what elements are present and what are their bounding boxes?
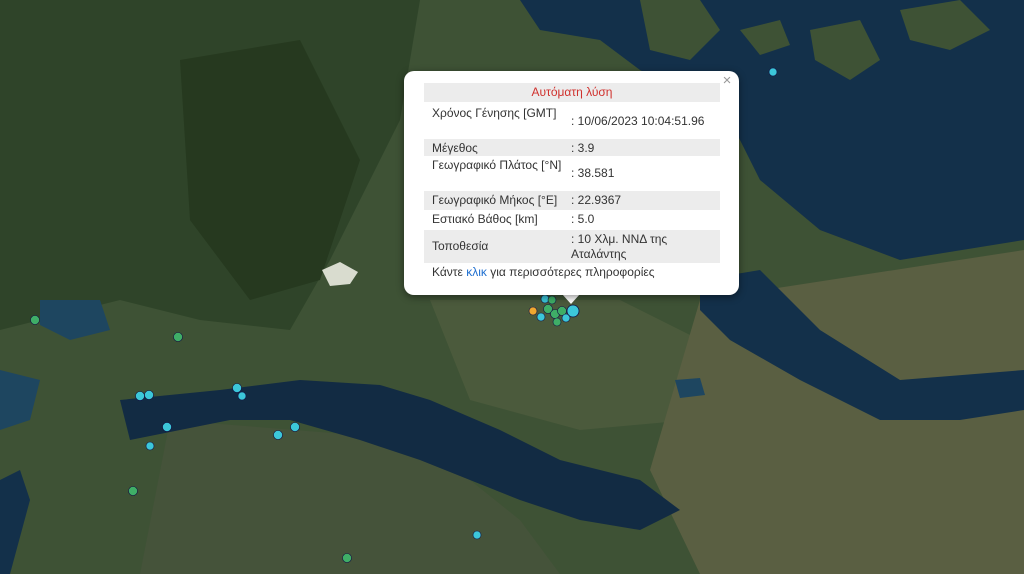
row-depth: Εστιακό Βάθος [km] : 5.0 bbox=[424, 210, 720, 230]
earthquake-marker[interactable] bbox=[30, 315, 40, 325]
popup-tip bbox=[562, 294, 580, 304]
row-label: Χρόνος Γένησης [GMT] bbox=[432, 106, 557, 120]
row-longitude: Γεωγραφικό Μήκος [°E] : 22.9367 bbox=[424, 191, 720, 210]
row-label: Τοποθεσία bbox=[432, 239, 489, 253]
earthquake-marker[interactable] bbox=[528, 306, 538, 316]
row-magnitude: Μέγεθος : 3.9 bbox=[424, 139, 720, 156]
earthquake-marker[interactable] bbox=[173, 332, 183, 342]
earthquake-marker[interactable] bbox=[290, 422, 300, 432]
earthquake-marker[interactable] bbox=[162, 422, 172, 432]
row-value: : 10 Χλμ. ΝΝΔ της Αταλάντης bbox=[571, 232, 668, 261]
selected-earthquake-marker[interactable] bbox=[566, 304, 580, 318]
row-value: : 10/06/2023 10:04:51.96 bbox=[571, 114, 705, 128]
earthquake-marker[interactable] bbox=[472, 530, 482, 540]
row-label: Γεωγραφικό Μήκος [°E] bbox=[432, 193, 558, 207]
more-info-link[interactable]: κλικ bbox=[466, 265, 487, 279]
close-icon[interactable]: × bbox=[719, 73, 735, 89]
row-label: Μέγεθος bbox=[432, 141, 478, 155]
earthquake-marker[interactable] bbox=[135, 391, 145, 401]
earthquake-marker[interactable] bbox=[547, 295, 557, 305]
earthquake-marker[interactable] bbox=[128, 486, 138, 496]
lake bbox=[675, 378, 705, 398]
earthquake-popup: × Αυτόματη λύση Χρόνος Γένησης [GMT] : 1… bbox=[404, 71, 739, 295]
row-label: Γεωγραφικό Πλάτος [°N] bbox=[432, 158, 562, 172]
earthquake-marker[interactable] bbox=[342, 553, 352, 563]
row-value: : 22.9367 bbox=[571, 193, 622, 207]
footer-text-before: Κάντε bbox=[432, 265, 467, 279]
row-latitude: Γεωγραφικό Πλάτος [°N] : 38.581 bbox=[424, 156, 720, 191]
earthquake-marker[interactable] bbox=[144, 390, 154, 400]
footer-text-after: για περισσότερες πληροφορίες bbox=[486, 265, 655, 279]
popup-footer: Κάντε κλικ για περισσότερες πληροφορίες bbox=[432, 265, 655, 279]
earthquake-marker[interactable] bbox=[540, 294, 550, 304]
popup-title: Αυτόματη λύση bbox=[424, 83, 720, 102]
earthquake-marker[interactable] bbox=[536, 312, 546, 322]
row-location: Τοποθεσία : 10 Χλμ. ΝΝΔ της Αταλάντης bbox=[424, 230, 720, 263]
earthquake-marker[interactable] bbox=[552, 317, 562, 327]
row-label: Εστιακό Βάθος [km] bbox=[432, 212, 538, 226]
earthquake-marker[interactable] bbox=[768, 67, 778, 77]
row-value: : 3.9 bbox=[571, 141, 595, 155]
row-origin-time: Χρόνος Γένησης [GMT] : 10/06/2023 10:04:… bbox=[424, 104, 720, 139]
earthquake-marker[interactable] bbox=[237, 391, 247, 401]
earthquake-marker[interactable] bbox=[273, 430, 283, 440]
earthquake-marker[interactable] bbox=[145, 441, 155, 451]
earthquake-marker[interactable] bbox=[232, 383, 242, 393]
row-value: : 5.0 bbox=[571, 212, 595, 226]
row-value: : 38.581 bbox=[571, 166, 615, 180]
